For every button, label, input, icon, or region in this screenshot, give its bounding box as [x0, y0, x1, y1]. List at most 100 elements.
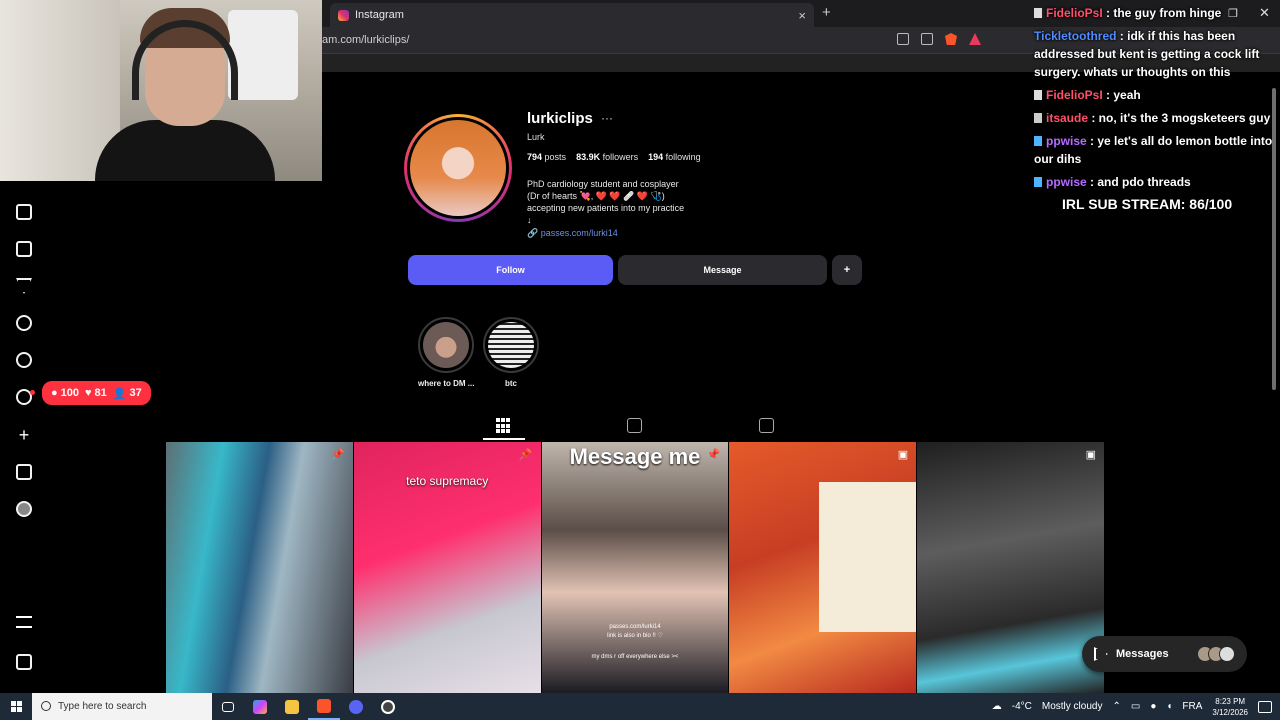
sub-goal-counter: IRL SUB STREAM: 86/100: [1062, 196, 1233, 212]
url-text[interactable]: am.com/lurkiclips/: [322, 34, 409, 46]
more-options-button[interactable]: ···: [601, 111, 613, 125]
bio-link[interactable]: 🔗 passes.com/lurki14: [527, 228, 618, 239]
messages-button[interactable]: Messages: [1082, 636, 1247, 672]
taskbar-clock[interactable]: 8:23 PM 3/12/2026: [1212, 696, 1248, 718]
profile-bio: PhD cardiology student and cosplayer (Dr…: [527, 178, 684, 226]
task-view-button[interactable]: [212, 693, 244, 720]
brave-rewards-icon[interactable]: [969, 33, 981, 45]
highlight-btc[interactable]: btc: [483, 317, 539, 388]
taskbar-search[interactable]: Type here to search: [32, 693, 212, 720]
network-icon[interactable]: ▭: [1131, 701, 1140, 712]
followers-stat[interactable]: 83.9K followers: [576, 152, 638, 162]
chat-message: Tickletoothred : idk if this has been ad…: [1034, 29, 1260, 79]
messages-label: Messages: [1116, 648, 1169, 660]
active-tab-indicator: [483, 438, 525, 440]
post-artwork-card: [819, 482, 917, 632]
weather-description[interactable]: Mostly cloudy: [1042, 701, 1103, 712]
more-menu-icon[interactable]: [16, 616, 32, 628]
search-icon[interactable]: [16, 315, 32, 331]
weather-icon[interactable]: ☁: [992, 701, 1002, 712]
bio-line: accepting new patients into my practice: [527, 203, 685, 213]
clock-time: 8:23 PM: [1215, 696, 1246, 706]
brave-shield-icon[interactable]: [945, 33, 957, 45]
likes-count: ♥ 81: [85, 387, 107, 399]
posts-grid: 📌 teto supremacy 📌 Message me passes.com…: [166, 442, 1104, 693]
reel-icon: ▣: [1085, 449, 1096, 461]
share-icon[interactable]: [921, 33, 933, 45]
clock-date: 3/12/2026: [1212, 707, 1248, 717]
browser-tab[interactable]: Instagram ×: [330, 3, 814, 27]
post-thumbnail[interactable]: teto supremacy 📌: [353, 442, 541, 693]
highlight-where-to-dm[interactable]: where to DM ...: [418, 317, 474, 388]
explore-icon[interactable]: [16, 352, 32, 368]
page-scrollbar[interactable]: [1272, 88, 1276, 390]
chat-badge-icon: [1034, 113, 1042, 123]
file-explorer-button[interactable]: [276, 693, 308, 720]
chat-badge-icon: [1034, 136, 1042, 146]
webcam-overlay: [0, 0, 322, 181]
pin-icon: 📌: [518, 449, 533, 461]
tab-posts-grid-icon[interactable]: [496, 418, 520, 434]
send-icon[interactable]: [16, 278, 32, 294]
cast-icon[interactable]: [897, 33, 909, 45]
close-window-icon[interactable]: ✕: [1259, 5, 1270, 21]
activity-badge[interactable]: ● 100 ♥ 81 👤 37: [42, 381, 151, 405]
following-stat[interactable]: 194 following: [648, 152, 701, 162]
chat-badge-icon: [1034, 8, 1042, 18]
microphone-icon[interactable]: ●: [1150, 701, 1156, 712]
bio-line: PhD cardiology student and cosplayer: [527, 179, 679, 189]
stream-chat-overlay: FidelioPsI : the guy from hinge Tickleto…: [1034, 4, 1280, 196]
tab-tagged-icon[interactable]: [759, 418, 774, 433]
volume-icon[interactable]: ◖: [1166, 701, 1172, 712]
post-thumbnail[interactable]: ▣: [917, 442, 1104, 693]
copilot-button[interactable]: [244, 693, 276, 720]
tray-chevron-icon[interactable]: ⌃: [1112, 701, 1120, 712]
follow-button[interactable]: Follow: [408, 255, 613, 285]
brave-browser-button[interactable]: [308, 693, 340, 720]
profile-full-name: Lurk: [527, 132, 545, 142]
dashboard-icon[interactable]: [16, 464, 32, 480]
send-icon: [1094, 647, 1108, 661]
message-button[interactable]: Message: [618, 255, 827, 285]
tab-reels-icon[interactable]: [627, 418, 642, 433]
home-icon[interactable]: [16, 204, 32, 220]
profile-username: lurkiclips: [527, 110, 593, 127]
notifications-icon[interactable]: [1258, 700, 1272, 713]
keyboard-language[interactable]: FRA: [1182, 701, 1202, 712]
discord-button[interactable]: [340, 693, 372, 720]
brave-icon: [317, 698, 331, 713]
pin-icon: 📌: [706, 449, 721, 461]
posts-stat[interactable]: 794 posts: [527, 152, 566, 162]
create-icon[interactable]: +: [16, 426, 32, 444]
post-thumbnail[interactable]: Message me passes.com/lurki14 link is al…: [541, 442, 729, 693]
chat-message: ppwise : and pdo threads: [1034, 173, 1280, 191]
pin-icon: 📌: [331, 449, 345, 461]
weather-temp[interactable]: -4°C: [1012, 701, 1032, 712]
obs-icon: [381, 699, 395, 714]
obs-button[interactable]: [372, 693, 404, 720]
tab-close-button[interactable]: ×: [798, 8, 806, 23]
windows-logo-icon: [10, 701, 22, 712]
folder-icon: [285, 699, 299, 714]
reel-icon: ▣: [897, 449, 909, 461]
qr-code-icon: [488, 322, 534, 368]
new-tab-button[interactable]: +: [822, 4, 831, 21]
webcam-person-body: [95, 120, 275, 181]
post-caption: Message me: [569, 444, 701, 469]
bio-line: ↓: [527, 215, 532, 225]
chat-badge-icon: [1034, 177, 1042, 187]
suggested-users-button[interactable]: +: [832, 255, 862, 285]
restore-window-icon[interactable]: ❐: [1228, 7, 1238, 20]
also-from-meta-icon[interactable]: [16, 654, 32, 670]
profile-avatar-icon[interactable]: [16, 501, 32, 517]
post-thumbnail[interactable]: 📌: [166, 442, 353, 693]
profile-avatar[interactable]: [404, 114, 512, 222]
start-button[interactable]: [0, 693, 32, 720]
notification-dot: [30, 390, 35, 395]
highlight-cover: [423, 322, 469, 368]
webcam-shelf: [228, 10, 298, 100]
taskbar-search-placeholder: Type here to search: [58, 701, 147, 712]
chat-message: FidelioPsI : the guy from hinge: [1034, 4, 1280, 22]
post-thumbnail[interactable]: ▣: [729, 442, 917, 693]
reels-icon[interactable]: [16, 241, 32, 257]
